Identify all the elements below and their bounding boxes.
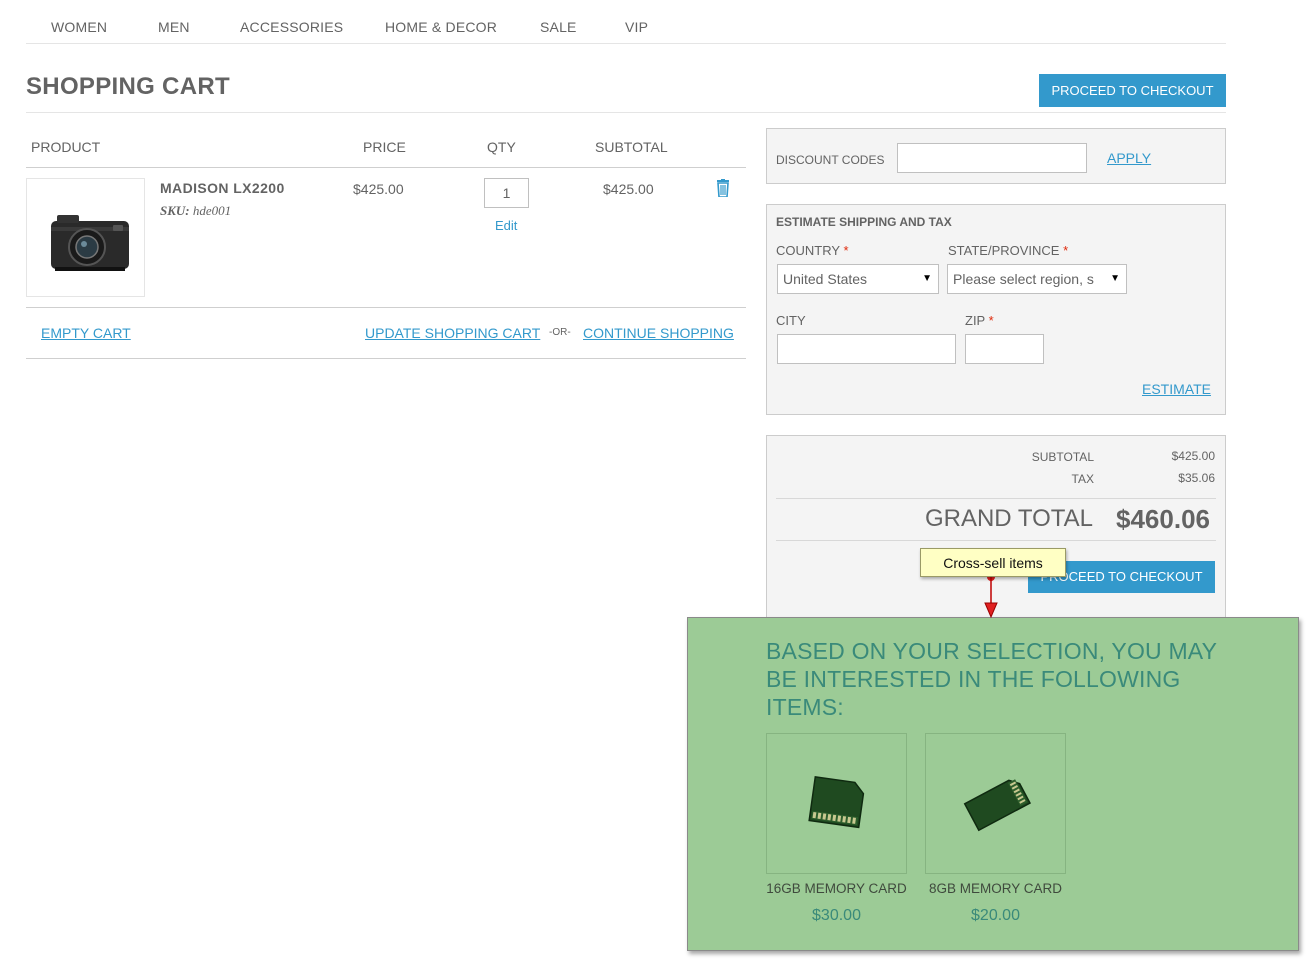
nav-item-vip[interactable]: VIP <box>625 19 648 35</box>
discount-label: DISCOUNT CODES <box>776 153 885 167</box>
city-label: CITY <box>776 313 806 328</box>
trash-icon[interactable] <box>715 179 731 198</box>
continue-shopping-link[interactable]: CONTINUE SHOPPING <box>583 325 734 341</box>
tax-value: $35.06 <box>1178 471 1215 485</box>
apply-discount-link[interactable]: APPLY <box>1107 150 1151 166</box>
dropdown-arrow-icon: ▼ <box>922 273 932 284</box>
sku-label: SKU: <box>160 203 190 218</box>
header-qty: QTY <box>487 139 516 155</box>
header-price: PRICE <box>363 139 406 155</box>
nav-item-sale[interactable]: SALE <box>540 19 577 35</box>
country-label: COUNTRY * <box>776 243 849 258</box>
main-navigation: WOMEN MEN ACCESSORIES HOME & DECOR SALE … <box>26 0 1226 44</box>
header-subtotal: SUBTOTAL <box>595 139 668 155</box>
product-price: $425.00 <box>353 181 404 197</box>
country-select[interactable]: United States ▼ <box>777 264 939 294</box>
cross-sell-item-image[interactable] <box>766 733 907 874</box>
zip-label: ZIP * <box>965 313 994 328</box>
grand-total-value: $460.06 <box>1116 504 1210 534</box>
cross-sell-item-name[interactable]: 16GB MEMORY CARD <box>756 881 917 896</box>
zip-input[interactable] <box>965 334 1044 364</box>
or-separator: -OR- <box>549 327 571 338</box>
product-subtotal: $425.00 <box>603 181 654 197</box>
required-mark: * <box>988 313 994 328</box>
subtotal-label: SUBTOTAL <box>1031 450 1094 464</box>
camera-image <box>51 215 129 271</box>
cross-sell-item-price: $30.00 <box>812 907 861 924</box>
discount-code-input[interactable] <box>897 143 1087 173</box>
title-divider <box>26 112 1226 113</box>
product-name[interactable]: MADISON LX2200 <box>160 180 285 196</box>
nav-item-men[interactable]: MEN <box>158 19 190 35</box>
country-value: United States <box>783 271 868 287</box>
nav-item-women[interactable]: WOMEN <box>51 19 107 35</box>
cross-sell-item-price: $20.00 <box>971 907 1020 924</box>
sku-value: hde001 <box>192 203 232 218</box>
edit-item-link[interactable]: Edit <box>495 218 517 233</box>
proceed-to-checkout-button-top[interactable]: PROCEED TO CHECKOUT <box>1039 74 1226 107</box>
cross-sell-item-name[interactable]: 8GB MEMORY CARD <box>915 881 1076 896</box>
subtotal-value: $425.00 <box>1171 449 1215 463</box>
qty-input[interactable] <box>484 178 529 208</box>
estimate-link[interactable]: ESTIMATE <box>1142 381 1211 397</box>
product-image[interactable] <box>26 178 145 297</box>
city-input[interactable] <box>777 334 956 364</box>
nav-item-home-decor[interactable]: HOME & DECOR <box>385 19 497 35</box>
state-select[interactable]: Please select region, s ▼ <box>947 264 1127 294</box>
state-label: STATE/PROVINCE * <box>948 243 1069 258</box>
header-divider <box>26 167 746 168</box>
header-product: PRODUCT <box>31 139 101 155</box>
state-value: Please select region, s <box>953 271 1094 287</box>
cross-sell-title: BASED ON YOUR SELECTION, YOU MAY BE INTE… <box>766 638 1217 720</box>
totals-divider <box>776 498 1216 499</box>
dropdown-arrow-icon: ▼ <box>1110 273 1120 284</box>
actions-divider <box>26 358 746 359</box>
nav-item-accessories[interactable]: ACCESSORIES <box>240 19 343 35</box>
memory-card-image <box>808 776 865 829</box>
page-title: SHOPPING CART <box>26 73 230 100</box>
required-mark: * <box>843 243 849 258</box>
tax-label: TAX <box>1071 472 1094 486</box>
cross-sell-tooltip: Cross-sell items <box>920 548 1066 577</box>
row-divider <box>26 307 746 308</box>
annotation-arrow-icon <box>984 573 998 619</box>
shipping-title: ESTIMATE SHIPPING AND TAX <box>776 215 952 229</box>
memory-card-image <box>963 779 1032 832</box>
required-mark: * <box>1063 243 1069 258</box>
empty-cart-link[interactable]: EMPTY CART <box>41 325 131 341</box>
grand-total-label: GRAND TOTAL <box>924 505 1093 532</box>
product-sku: SKU: hde001 <box>160 203 231 219</box>
grand-divider <box>776 540 1216 541</box>
update-cart-link[interactable]: UPDATE SHOPPING CART <box>365 325 540 341</box>
cross-sell-item-image[interactable] <box>925 733 1066 874</box>
